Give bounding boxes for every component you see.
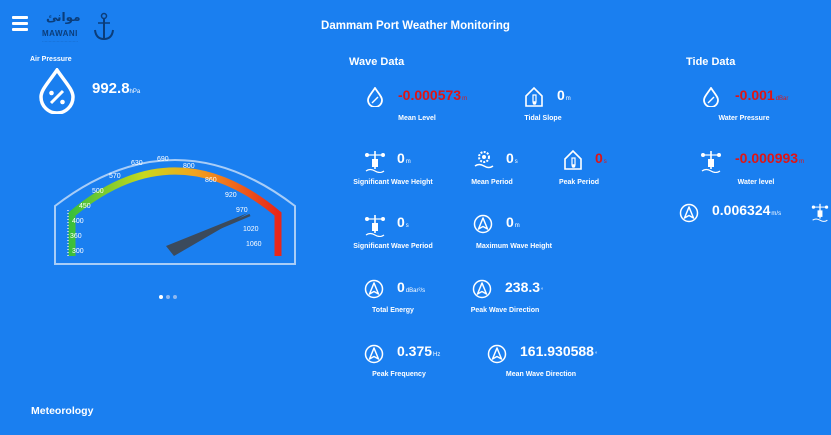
max-wave-height-label: Maximum Wave Height xyxy=(476,243,552,250)
compass-arrow-icon xyxy=(364,344,384,364)
sig-wave-period-value: 0 xyxy=(397,214,405,230)
menu-bar xyxy=(12,16,28,19)
water-level-reading: -0.000993m xyxy=(735,150,804,166)
drop-percent-icon xyxy=(367,87,383,107)
mean-wave-direction-label: Mean Wave Direction xyxy=(505,371,577,378)
peak-wave-direction-value: 238.3 xyxy=(505,279,541,295)
drop-percent-icon xyxy=(703,87,719,107)
gauge-tick-label: 300 xyxy=(72,248,84,255)
logo-tagline: ……………………… xyxy=(42,38,78,43)
compass-arrow-icon xyxy=(473,214,493,234)
max-wave-height-value: 0 xyxy=(506,214,514,230)
water-level-value: -0.000993 xyxy=(735,150,799,166)
buoy-icon xyxy=(811,203,829,222)
water-pressure-label: Water Pressure xyxy=(718,115,770,122)
mean-level-label: Mean Level xyxy=(398,115,436,122)
gauge-tick-label: 970 xyxy=(236,207,248,214)
carousel-dots[interactable] xyxy=(159,286,180,304)
water-pressure-unit: dBar xyxy=(775,96,789,102)
gauge-tick-label: 860 xyxy=(205,177,217,184)
peak-frequency-value: 0.375 xyxy=(397,343,433,359)
compass-arrow-icon xyxy=(472,279,492,299)
wave-data-heading: Wave Data xyxy=(349,56,405,68)
mean-level-unit: m xyxy=(462,96,468,102)
peak-frequency-unit: Hz xyxy=(433,352,441,358)
tidal-slope-label: Tidal Slope xyxy=(524,115,562,122)
tidal-slope-reading: 0m xyxy=(557,87,571,103)
air-pressure-drop-icon xyxy=(39,68,75,114)
buoy-icon xyxy=(365,151,385,173)
gauge-tick-label: 570 xyxy=(109,173,121,180)
peak-period-value: 0 xyxy=(595,150,603,166)
gauge-tick-label: 450 xyxy=(79,203,91,210)
mean-level-reading: -0.000573m xyxy=(398,87,467,103)
peak-wave-direction-label: Peak Wave Direction xyxy=(470,307,540,314)
sig-wave-height-value: 0 xyxy=(397,150,405,166)
total-energy-unit: dBar²/s xyxy=(405,288,426,294)
mean-level-value: -0.000573 xyxy=(398,87,462,103)
meteorology-heading: Meteorology xyxy=(31,405,94,417)
water-level-label: Water level xyxy=(737,179,775,186)
gauge-tick-label: 1020 xyxy=(243,226,259,233)
compass-arrow-icon xyxy=(487,344,507,364)
mean-period-unit: s xyxy=(514,159,518,165)
gauge-tick-label: 360 xyxy=(70,233,82,240)
mean-period-reading: 0s xyxy=(506,150,518,166)
current-speed-reading: 0.006324m/s xyxy=(712,202,781,218)
gauge-tick-label: 800 xyxy=(183,163,195,170)
gauge-tick-label: 1060 xyxy=(246,241,262,248)
gauge-tick-label: 920 xyxy=(225,192,237,199)
buoy-icon xyxy=(701,151,721,173)
mean-period-value: 0 xyxy=(506,150,514,166)
mean-wave-direction-value: 161.930588 xyxy=(520,343,594,359)
sig-wave-height-unit: m xyxy=(405,159,411,165)
air-pressure-reading: 992.8hPa xyxy=(92,80,140,97)
water-level-unit: m xyxy=(799,159,805,165)
air-pressure-unit: hPa xyxy=(129,89,141,95)
page-title: Dammam Port Weather Monitoring xyxy=(321,20,510,32)
compass-arrow-icon xyxy=(679,203,699,223)
tidal-slope-value: 0 xyxy=(557,87,565,103)
water-pressure-value: -0.001 xyxy=(735,87,775,103)
compass-arrow-icon xyxy=(364,279,384,299)
gauge-needle-body xyxy=(166,213,248,256)
max-wave-height-unit: m xyxy=(514,223,520,229)
total-energy-reading: 0dBar²/s xyxy=(397,279,425,295)
current-speed-unit: m/s xyxy=(771,211,782,217)
peak-period-reading: 0s xyxy=(595,150,607,166)
carousel-dot[interactable] xyxy=(159,295,163,299)
water-pressure-reading: -0.001dBar xyxy=(735,87,788,103)
max-wave-height-reading: 0m xyxy=(506,214,520,230)
gauge-tick-label: 690 xyxy=(157,156,169,163)
sig-wave-period-unit: s xyxy=(405,223,409,229)
gear-wave-icon xyxy=(474,151,494,169)
sig-wave-period-reading: 0s xyxy=(397,214,409,230)
buoy-icon xyxy=(365,215,385,237)
sig-wave-period-label: Significant Wave Period xyxy=(353,243,433,250)
sig-wave-height-reading: 0m xyxy=(397,150,411,166)
carousel-dot[interactable] xyxy=(166,295,170,299)
carousel-dot[interactable] xyxy=(173,295,177,299)
total-energy-value: 0 xyxy=(397,279,405,295)
peak-wave-direction-reading: 238.3° xyxy=(505,279,543,295)
tidal-slope-unit: m xyxy=(565,96,571,102)
house-thermometer-icon xyxy=(525,86,543,107)
peak-wave-direction-unit: ° xyxy=(541,288,544,294)
mean-wave-direction-reading: 161.930588° xyxy=(520,343,597,359)
gauge-tick-label: 500 xyxy=(92,188,104,195)
current-speed-value: 0.006324 xyxy=(712,202,771,218)
peak-period-unit: s xyxy=(603,159,607,165)
peak-period-label: Peak Period xyxy=(558,179,600,186)
peak-frequency-label: Peak Frequency xyxy=(372,371,426,378)
total-energy-label: Total Energy xyxy=(372,307,414,314)
tide-data-heading: Tide Data xyxy=(686,56,736,68)
house-thermometer-icon xyxy=(564,149,582,170)
air-pressure-label: Air Pressure xyxy=(30,56,72,63)
gauge-tick-label: 630 xyxy=(131,160,143,167)
mean-wave-direction-unit: ° xyxy=(594,352,598,358)
peak-frequency-reading: 0.375Hz xyxy=(397,343,440,359)
gauge-tick-label: 400 xyxy=(72,218,84,225)
air-pressure-value: 992.8 xyxy=(92,80,130,97)
air-pressure-gauge: 300 360 400 450 500 570 630 690 800 860 920 970 1020… xyxy=(54,156,296,265)
